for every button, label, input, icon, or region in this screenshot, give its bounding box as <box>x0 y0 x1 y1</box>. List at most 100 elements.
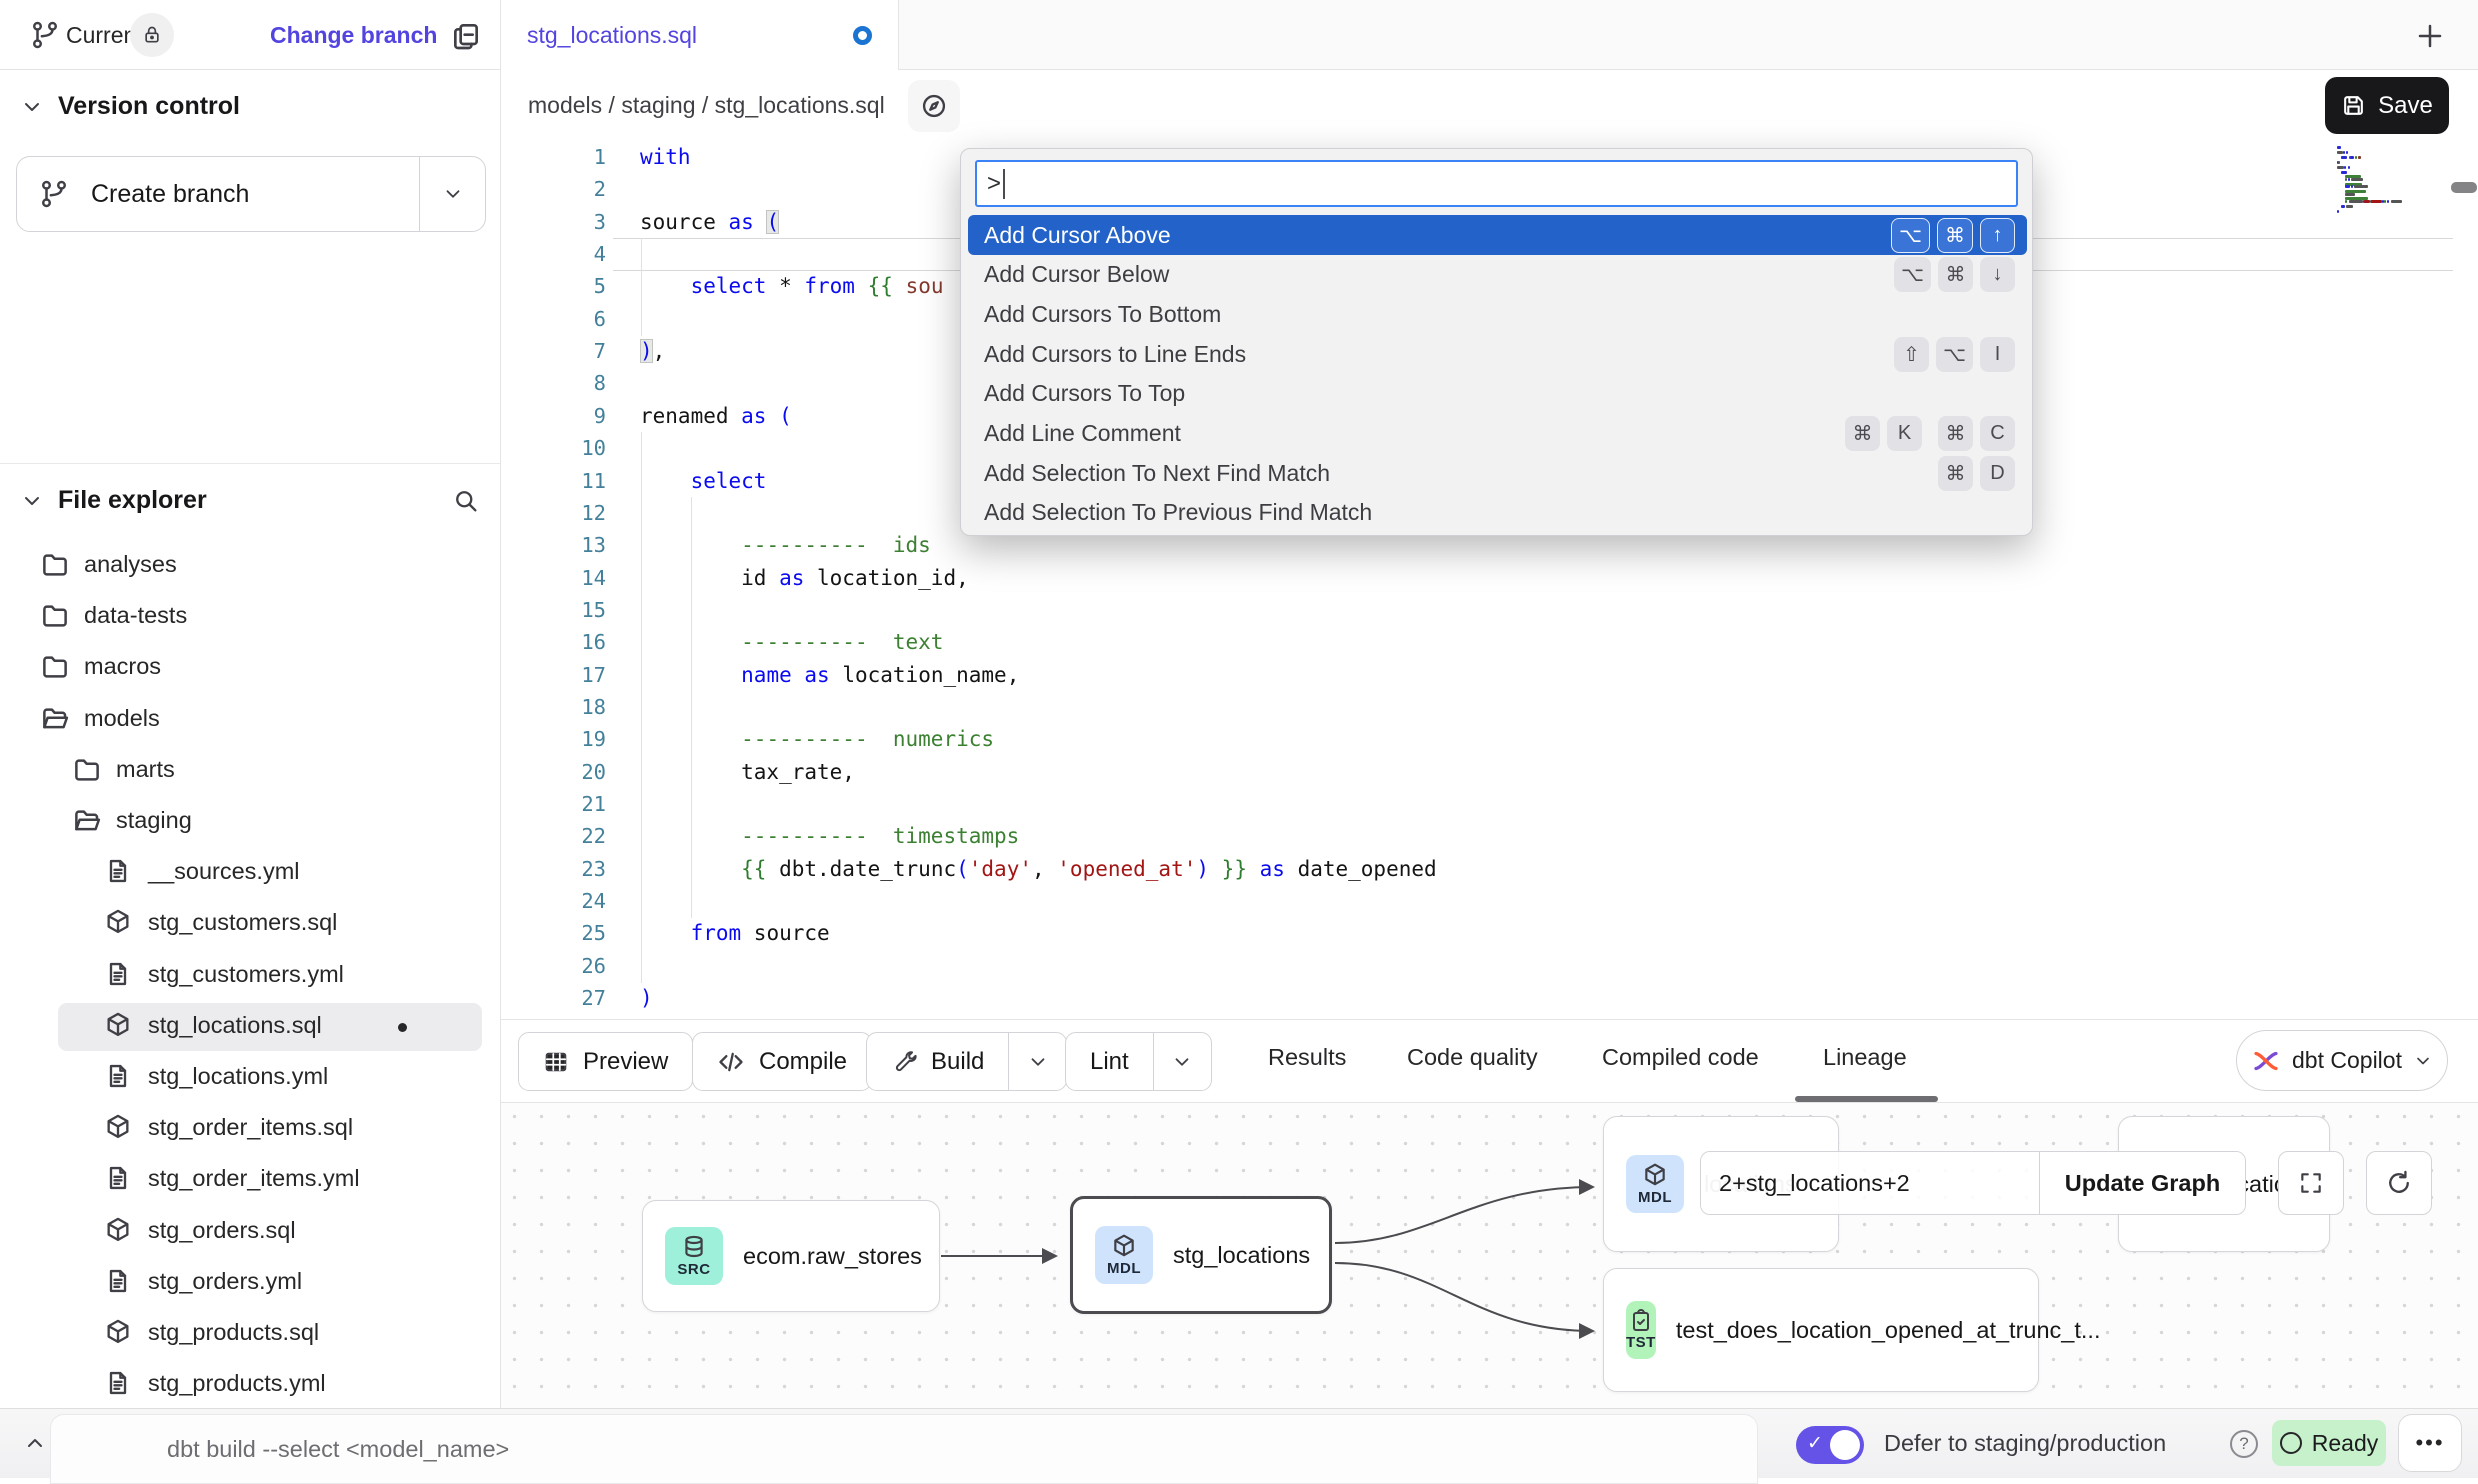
docs-compass-button[interactable] <box>908 80 960 132</box>
branch-bar: Current Change branch <box>0 0 500 70</box>
file-tree-item-stg-orders-sql[interactable]: stg_orders.sql <box>0 1206 500 1257</box>
file-tree-item-macros[interactable]: macros <box>0 642 500 693</box>
command-item-add-cursors-to-line-ends[interactable]: Add Cursors to Line Ends⇧⌥I <box>968 334 2027 374</box>
command-item-add-line-comment[interactable]: Add Line Comment⌘K⌘C <box>968 414 2027 454</box>
file-tree-label: stg_products.yml <box>148 1370 326 1397</box>
file-tree-item-stg-products-yml[interactable]: stg_products.yml <box>0 1359 500 1408</box>
plus-icon <box>2415 21 2445 51</box>
code-line[interactable]: 17 name as location_name, <box>501 659 2478 692</box>
tab-results[interactable]: Results <box>1268 1044 1346 1071</box>
line-number: 2 <box>501 173 606 206</box>
code-line[interactable]: 27) <box>501 982 2478 1015</box>
tab-code-quality[interactable]: Code quality <box>1407 1044 1538 1071</box>
file-icon <box>104 1164 134 1194</box>
minimap-line <box>2337 146 2341 149</box>
version-control-title: Version control <box>58 92 240 121</box>
file-tree-item-stg-customers-yml[interactable]: stg_customers.yml <box>0 950 500 1001</box>
code-line[interactable]: 20 tax_rate, <box>501 756 2478 789</box>
lineage-search-value: 2+stg_locations+2 <box>1719 1170 1910 1197</box>
file-tree-item-marts[interactable]: marts <box>0 745 500 796</box>
code-line[interactable]: 14 id as location_id, <box>501 562 2478 595</box>
code-line[interactable]: 22 ---------- timestamps <box>501 820 2478 853</box>
create-branch-main[interactable]: Create branch <box>17 179 419 209</box>
search-icon[interactable] <box>452 487 480 515</box>
folder-icon <box>40 601 70 631</box>
refresh-button[interactable] <box>2366 1151 2432 1215</box>
file-tree-item-stg-orders-yml[interactable]: stg_orders.yml <box>0 1257 500 1308</box>
file-tree-item-data-tests[interactable]: data-tests <box>0 591 500 642</box>
tab-compiled-code[interactable]: Compiled code <box>1602 1044 1759 1071</box>
code-line[interactable]: 21 <box>501 788 2478 821</box>
code-line[interactable]: 15 <box>501 594 2478 627</box>
node-test-location-opened[interactable]: TST test_does_location_opened_at_trunc_t… <box>1603 1268 2039 1392</box>
ready-status-badge: Ready <box>2272 1420 2386 1466</box>
code-line[interactable]: 18 <box>501 691 2478 724</box>
command-item-add-selection-to-previous-find-match[interactable]: Add Selection To Previous Find Match <box>968 493 2027 533</box>
new-tab-button[interactable] <box>2412 18 2448 54</box>
version-control-header[interactable]: Version control <box>20 92 240 121</box>
code-line[interactable]: 16 ---------- text <box>501 626 2478 659</box>
help-icon[interactable]: ? <box>2230 1430 2258 1458</box>
tab-lineage[interactable]: Lineage <box>1823 1044 1907 1071</box>
command-label: Add Selection To Previous Find Match <box>984 499 1372 526</box>
copy-icon[interactable] <box>450 20 482 52</box>
code-line[interactable]: 23 {{ dbt.date_trunc('day', 'opened_at')… <box>501 853 2478 886</box>
defer-toggle[interactable]: ✓ <box>1796 1426 1864 1464</box>
file-tree-item-stg-locations-yml[interactable]: stg_locations.yml <box>0 1052 500 1103</box>
lineage-search-input[interactable]: 2+stg_locations+2 <box>1701 1152 2039 1214</box>
minimap-slider[interactable] <box>2451 182 2477 193</box>
file-tree-item-analyses[interactable]: analyses <box>0 540 500 591</box>
minimap-line <box>2341 171 2347 174</box>
command-item-add-selection-to-previous-find-match[interactable]: Add Selection To Previous Find Match <box>968 533 2027 536</box>
preview-button[interactable]: Preview <box>518 1032 693 1091</box>
keycap: I <box>1980 337 2015 372</box>
code-line[interactable]: 19 ---------- numerics <box>501 723 2478 756</box>
table-icon <box>543 1049 569 1075</box>
node-ecom-raw-stores[interactable]: SRC ecom.raw_stores <box>642 1200 940 1312</box>
build-button[interactable]: Build <box>866 1032 1067 1091</box>
save-button[interactable]: Save <box>2325 77 2449 134</box>
command-item-add-cursor-below[interactable]: Add Cursor Below⌥⌘↓ <box>968 255 2027 295</box>
dbt-copilot-button[interactable]: dbt Copilot <box>2236 1030 2448 1091</box>
lint-caret[interactable] <box>1153 1033 1211 1090</box>
file-tree-item-stg-order-items-yml[interactable]: stg_order_items.yml <box>0 1154 500 1205</box>
line-number: 25 <box>501 917 606 950</box>
code-line[interactable]: 26 <box>501 950 2478 983</box>
file-tree-item-stg-products-sql[interactable]: stg_products.sql <box>0 1308 500 1359</box>
code-line[interactable]: 25 from source <box>501 917 2478 950</box>
keycap: ↓ <box>1980 257 2015 292</box>
wrench-icon <box>891 1049 917 1075</box>
file-tree-item-models[interactable]: models <box>0 694 500 745</box>
file-tree-item--sources-yml[interactable]: __sources.yml <box>0 847 500 898</box>
folder-open-icon <box>72 806 102 836</box>
command-palette-input[interactable]: > <box>975 160 2018 207</box>
minimap-line <box>2351 185 2353 188</box>
defer-label: Defer to staging/production <box>1884 1430 2166 1457</box>
more-options-button[interactable]: ••• <box>2398 1414 2462 1472</box>
command-label: Add Cursor Below <box>984 261 1169 288</box>
compile-button[interactable]: Compile <box>692 1032 872 1091</box>
build-caret[interactable] <box>1008 1033 1066 1090</box>
file-explorer-header[interactable]: File explorer <box>20 486 480 515</box>
file-tree-item-stg-customers-sql[interactable]: stg_customers.sql <box>0 898 500 949</box>
command-label: Add Cursor Above <box>984 222 1171 249</box>
update-graph-button[interactable]: Update Graph <box>2039 1152 2245 1214</box>
command-item-add-cursors-to-bottom[interactable]: Add Cursors To Bottom <box>968 294 2027 334</box>
change-branch-link[interactable]: Change branch <box>270 22 437 49</box>
fullscreen-button[interactable] <box>2278 1151 2344 1215</box>
command-item-add-selection-to-next-find-match[interactable]: Add Selection To Next Find Match⌘D <box>968 453 2027 493</box>
lint-button[interactable]: Lint <box>1065 1032 1212 1091</box>
line-number: 19 <box>501 723 606 756</box>
file-tree-item-staging[interactable]: staging <box>0 796 500 847</box>
create-branch-caret[interactable] <box>419 157 485 231</box>
tab-stg-locations[interactable]: stg_locations.sql <box>501 0 899 70</box>
create-branch-button[interactable]: Create branch <box>16 156 486 232</box>
command-item-add-cursors-to-top[interactable]: Add Cursors To Top <box>968 374 2027 414</box>
file-tree-item-stg-locations-sql[interactable]: stg_locations.sql <box>0 1001 500 1052</box>
file-tree-item-stg-order-items-sql[interactable]: stg_order_items.sql <box>0 1103 500 1154</box>
collapse-panel-button[interactable] <box>18 1428 52 1458</box>
command-item-add-cursor-above[interactable]: Add Cursor Above⌥⌘↑ <box>968 215 2027 255</box>
dbt-command-input[interactable]: dbt build --select <model_name> <box>50 1414 1758 1484</box>
node-stg-locations[interactable]: MDL stg_locations <box>1070 1196 1332 1314</box>
code-line[interactable]: 24 <box>501 885 2478 918</box>
